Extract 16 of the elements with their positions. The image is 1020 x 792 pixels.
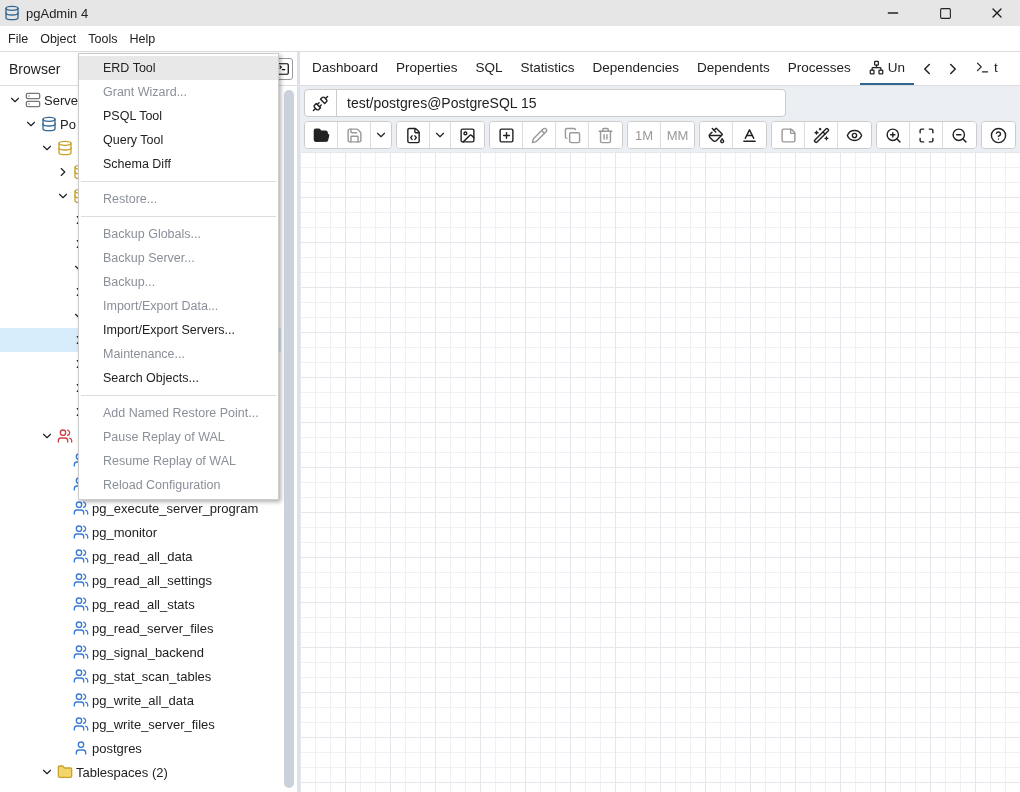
tree-label: pg_signal_backend [92, 644, 205, 660]
tree-label: pg_read_all_data [92, 548, 193, 564]
panel-title: Browser [9, 60, 61, 77]
tree-label: pg_read_server_files [92, 620, 214, 636]
tree-label: pg_execute_server_program [92, 500, 259, 516]
tree-label: Tablespaces (2) [76, 764, 168, 780]
tree-label: postgres [92, 740, 142, 756]
tree-label: pg_read_all_stats [92, 596, 195, 612]
tree-label: pg_write_all_data [92, 692, 194, 708]
tree-label: Serve [44, 92, 78, 108]
window-title: pgAdmin 4 [26, 5, 90, 21]
tree-label: Po [60, 116, 76, 132]
tree-label: pg_monitor [92, 524, 158, 540]
tree-label: pg_stat_scan_tables [92, 668, 212, 684]
tree-label: pg_write_server_files [92, 716, 215, 732]
tree-label: pg_read_all_settings [92, 572, 212, 588]
